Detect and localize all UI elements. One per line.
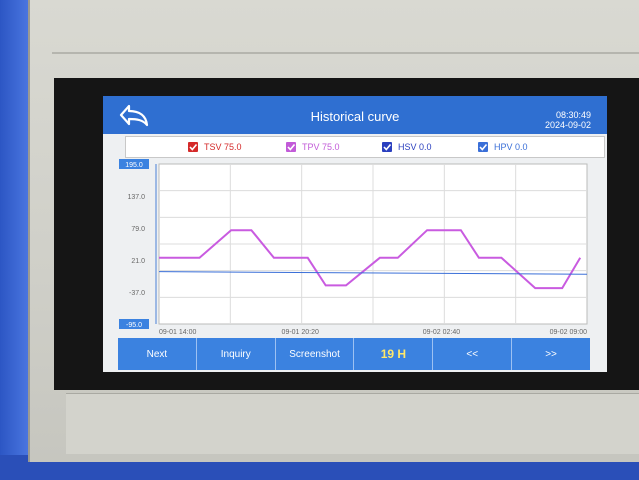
next-button[interactable]: Next [118, 338, 197, 370]
page-title: Historical curve [310, 109, 400, 124]
inquiry-button[interactable]: Inquiry [197, 338, 276, 370]
y-tick-label: -37.0 [129, 290, 145, 297]
legend-item-hpv[interactable]: HPV 0.0 [478, 140, 528, 154]
checkbox-icon[interactable] [478, 142, 488, 152]
x-tick-label: 09-02 09:00 [550, 329, 587, 336]
legend-label-hsv: HSV [398, 142, 417, 152]
history-chart: 195.0 137.0 79.0 21.0 -37.0 -95.0 09-01 14:00 0… [119, 158, 605, 338]
checkbox-icon[interactable] [188, 142, 198, 152]
legend-label-tsv: TSV [204, 142, 222, 152]
clock-time: 08:30:49 [555, 110, 591, 120]
x-tick-label: 09-02 02:40 [423, 329, 460, 336]
y-tick-label: 195.0 [125, 162, 143, 169]
y-tick-label: 21.0 [131, 258, 145, 265]
x-tick-label: 09-01 20:20 [282, 329, 319, 336]
next-page-button[interactable]: >> [512, 338, 590, 370]
legend-item-tpv[interactable]: TPV 75.0 [286, 140, 340, 154]
bottom-nav: Next Inquiry Screenshot 19 H << >> [118, 338, 590, 370]
hours-button[interactable]: 19 H [354, 338, 434, 370]
legend-label-hpv: HPV [494, 142, 513, 152]
checkbox-icon[interactable] [286, 142, 296, 152]
legend-value-tsv: 75.0 [224, 142, 242, 152]
chart-svg: 195.0 137.0 79.0 21.0 -37.0 -95.0 09-01 14:00 0… [119, 159, 588, 336]
clock-date: 2024-09-02 [544, 120, 591, 130]
chart-legend: TSV 75.0 TPV 75.0 HSV 0.0 HPV 0.0 [125, 136, 605, 158]
hmi-screen: Historical curve 08:30:49 2024-09-02 TSV… [103, 96, 607, 372]
clock: 08:30:49 2024-09-02 [545, 110, 591, 130]
y-tick-label: 137.0 [127, 194, 145, 201]
bezel-bottom-panel [66, 393, 639, 454]
checkbox-icon[interactable] [382, 142, 392, 152]
x-tick-label: 09-01 14:00 [159, 329, 196, 336]
y-tick-label: -95.0 [126, 322, 142, 329]
title-bar: Historical curve 08:30:49 2024-09-02 [103, 96, 607, 134]
legend-value-hpv: 0.0 [515, 142, 528, 152]
legend-value-hsv: 0.0 [419, 142, 432, 152]
legend-label-tpv: TPV [302, 142, 320, 152]
y-tick-label: 79.0 [131, 226, 145, 233]
legend-value-tpv: 75.0 [322, 142, 340, 152]
screenshot-button[interactable]: Screenshot [276, 338, 355, 370]
bezel-seam [52, 52, 639, 54]
legend-item-tsv[interactable]: TSV 75.0 [188, 140, 242, 154]
legend-item-hsv[interactable]: HSV 0.0 [382, 140, 432, 154]
prev-page-button[interactable]: << [433, 338, 513, 370]
